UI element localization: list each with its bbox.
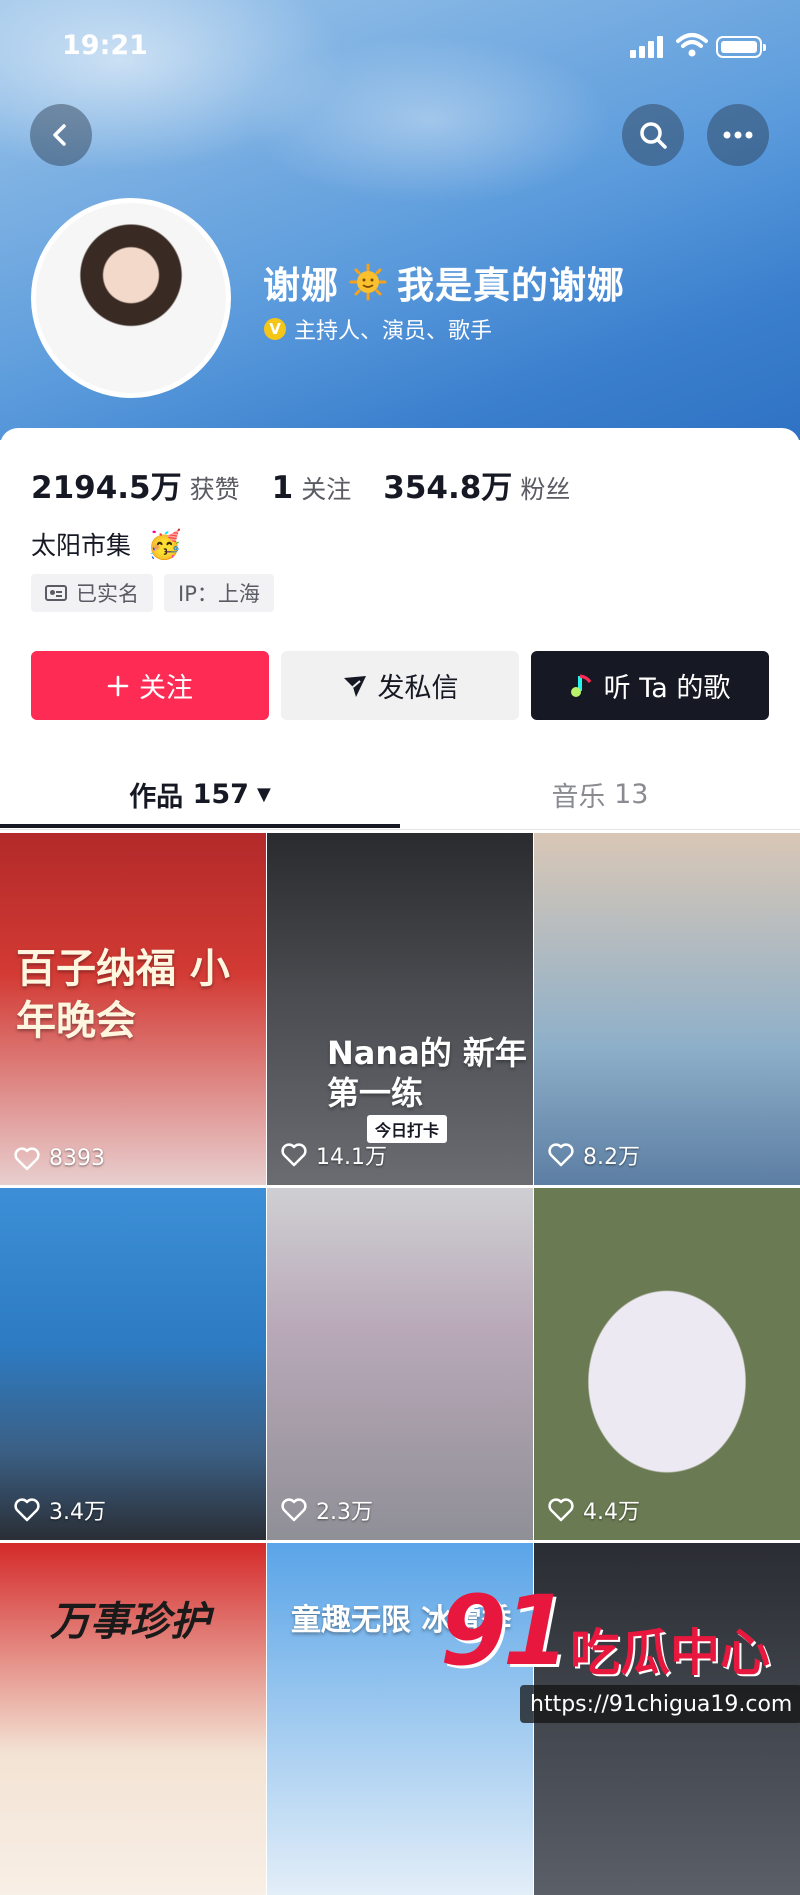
like-count-text: 14.1万 [316, 1145, 387, 1170]
verification-text: 主持人、演员、歌手 [294, 319, 493, 344]
bio: 太阳市集 🥳 [31, 526, 182, 562]
message-label: 发私信 [377, 673, 459, 704]
likes-count: 2194.5万 [31, 470, 182, 506]
like-count: 8.2万 [548, 1139, 640, 1171]
heart-icon [548, 1498, 574, 1522]
party-face-emoji-icon: 🥳 [147, 527, 182, 561]
video-thumbnail[interactable]: 万事珍护 [0, 1543, 266, 1895]
search-button[interactable] [622, 104, 684, 166]
tab-works-count: 157 [192, 778, 249, 810]
like-count-text: 8393 [49, 1146, 105, 1171]
video-thumbnail[interactable]: 8.2万 [534, 833, 800, 1185]
ip-location-tag: IP：上海 [164, 574, 274, 612]
watermark-url: https://91chigua19.com [520, 1685, 800, 1723]
tab-music-label: 音乐 [551, 781, 606, 813]
more-dots-icon [723, 131, 753, 139]
active-tab-indicator [0, 824, 400, 828]
video-thumbnail[interactable]: 百子纳福 小年晚会 8393 [0, 833, 266, 1185]
likes-label: 获赞 [189, 475, 240, 504]
avatar[interactable] [31, 198, 231, 398]
listen-songs-button[interactable]: 听 Ta 的歌 [531, 651, 769, 720]
tab-works[interactable]: 作品 157 ▼ [0, 758, 400, 830]
bio-text: 太阳市集 [31, 531, 132, 560]
profile-name: 谢娜 我是真的谢娜 [263, 255, 625, 309]
send-icon [343, 675, 366, 697]
video-overlay-text: 百子纳福 小年晚会 [16, 946, 230, 1044]
like-count-text: 8.2万 [583, 1145, 640, 1170]
like-count-text: 2.3万 [316, 1500, 373, 1525]
following-count[interactable]: 1 [272, 470, 294, 506]
follow-label: 关注 [139, 673, 193, 704]
like-count: 14.1万 [281, 1139, 387, 1171]
watermark-text: 吃瓜中心 [570, 1624, 770, 1682]
status-bar: 19:21 [0, 0, 800, 96]
id-card-icon [45, 585, 67, 601]
action-buttons: 关注 发私信 听 Ta 的歌 [31, 651, 769, 720]
followers-count[interactable]: 354.8万 [383, 462, 512, 507]
following-label[interactable]: 关注 [301, 470, 351, 506]
followers-label[interactable]: 粉丝 [520, 470, 570, 506]
realname-text: 已实名 [76, 582, 139, 606]
video-thumbnail[interactable]: 4.4万 [534, 1188, 800, 1540]
video-overlay-text: 万事珍护 [50, 1599, 210, 1645]
heart-icon [14, 1146, 40, 1170]
avatar-image [36, 203, 226, 393]
like-count: 4.4万 [548, 1494, 640, 1526]
video-thumbnail[interactable]: Nana的 新年第一练 今日打卡 14.1万 [267, 833, 533, 1185]
video-overlay-text: Nana的 新年第一练 [327, 1034, 527, 1112]
status-time: 19:21 [62, 30, 148, 61]
wifi-icon [676, 33, 708, 57]
music-note-icon [570, 673, 591, 697]
content-tabs: 作品 157 ▼ 音乐 13 [0, 758, 800, 830]
back-button[interactable] [30, 104, 92, 166]
sun-emoji-icon [349, 263, 387, 301]
listen-songs-label: 听 Ta 的歌 [603, 673, 731, 704]
watermark-number: 91 [440, 1575, 570, 1687]
profile-name-part2: 我是真的谢娜 [397, 264, 625, 307]
like-count: 8393 [14, 1146, 105, 1171]
verified-badge-icon: V [264, 318, 286, 340]
ip-location-text: IP：上海 [178, 582, 260, 606]
video-thumbnail[interactable]: 2.3万 [267, 1188, 533, 1540]
realname-tag: 已实名 [31, 574, 153, 612]
caret-down-icon[interactable]: ▼ [257, 784, 271, 805]
signal-icon [630, 36, 668, 58]
battery-icon [716, 36, 766, 58]
plus-icon [107, 675, 129, 696]
follow-button[interactable]: 关注 [31, 651, 269, 720]
tab-music[interactable]: 音乐 13 [400, 758, 800, 830]
heart-icon [281, 1143, 307, 1167]
verification-row: V 主持人、演员、歌手 [264, 313, 492, 345]
more-button[interactable] [707, 104, 769, 166]
heart-icon [281, 1498, 307, 1522]
like-count: 2.3万 [281, 1494, 373, 1526]
heart-icon [548, 1143, 574, 1167]
search-icon [640, 122, 667, 149]
profile-tags: 已实名 IP：上海 [31, 574, 274, 612]
tab-music-count: 13 [614, 778, 649, 810]
profile-name-part1: 谢娜 [263, 264, 339, 307]
like-count-text: 3.4万 [49, 1500, 106, 1525]
watermark: 91 吃瓜中心 https://91chigua19.com [440, 1575, 800, 1731]
heart-icon [14, 1498, 40, 1522]
message-button[interactable]: 发私信 [281, 651, 519, 720]
video-thumbnail[interactable]: 3.4万 [0, 1188, 266, 1540]
tab-divider [0, 829, 800, 830]
chevron-left-icon [53, 124, 66, 146]
like-count: 3.4万 [14, 1494, 106, 1526]
stats-row: 2194.5万 获赞 1 关注 354.8万 粉丝 [31, 462, 602, 507]
like-count-text: 4.4万 [583, 1500, 640, 1525]
tab-works-label: 作品 [129, 781, 184, 813]
